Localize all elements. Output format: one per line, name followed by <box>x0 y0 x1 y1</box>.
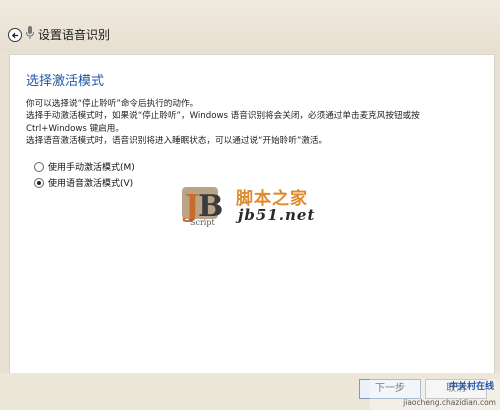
back-arrow-icon <box>11 32 18 38</box>
watermark-script: Script <box>190 218 215 227</box>
site-watermark-url: jiaocheng.chazidian.com <box>403 398 496 407</box>
window-title: 设置语音识别 <box>38 28 111 42</box>
radio-voice-activation[interactable]: 使用语音激活模式(V) <box>34 176 133 189</box>
watermark-url: jb51.net <box>238 206 316 224</box>
description-line: 选择手动激活模式时，如果说“停止聆听”，Windows 语音识别将会关闭，必须通… <box>26 111 420 122</box>
radio-manual-activation[interactable]: 使用手动激活模式(M) <box>34 160 135 173</box>
description-line: 你可以选择说“停止聆听”命令后执行的动作。 <box>26 99 199 109</box>
description-line: Ctrl+Windows 键启用。 <box>26 123 124 134</box>
description-line: 选择语音激活模式时，语音识别将进入睡眠状态，可以通过说“开始聆听”激活。 <box>26 136 328 147</box>
description: 你可以选择说“停止聆听”命令后执行的动作。 选择手动激活模式时，如果说“停止聆听… <box>26 98 476 148</box>
site-watermark: 中关村在线 jiaocheng.chazidian.com <box>370 379 500 410</box>
jb51-logo: J B <box>182 187 223 224</box>
radio-button[interactable] <box>34 161 44 172</box>
microphone-icon <box>26 26 34 39</box>
back-button[interactable] <box>8 28 22 42</box>
radio-label: 使用语音激活模式(V) <box>48 179 134 189</box>
page-heading: 选择激活模式 <box>26 74 105 89</box>
radio-button[interactable] <box>34 177 44 188</box>
site-watermark-name: 中关村在线 <box>448 382 494 392</box>
radio-label: 使用手动激活模式(M) <box>48 163 135 173</box>
